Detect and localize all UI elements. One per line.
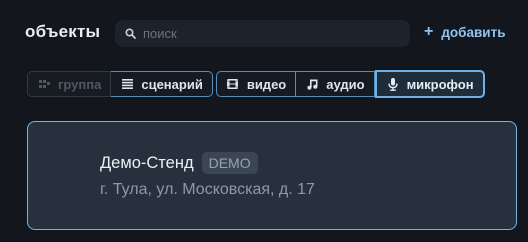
tab-audio-label: аудио: [326, 76, 365, 92]
tab-audio[interactable]: аудио: [296, 71, 375, 97]
add-button[interactable]: + добавить: [424, 24, 506, 40]
music-note-icon: [306, 77, 318, 91]
tab-microphone-label: микрофон: [406, 76, 474, 92]
header: объекты + добавить: [0, 0, 528, 60]
tab-scenario[interactable]: сценарий: [111, 71, 213, 97]
filter-tabs: группа сценарий видео аудио микрофон: [27, 70, 485, 98]
group-icon: [38, 77, 50, 91]
search-icon: [119, 20, 141, 47]
objects-panel: объекты + добавить: [0, 0, 528, 242]
object-name-row: Демо-Стенд DEMO: [100, 152, 258, 174]
tab-video[interactable]: видео: [215, 71, 297, 97]
search-box[interactable]: [115, 20, 410, 47]
tab-microphone[interactable]: микрофон: [374, 70, 485, 98]
microphone-icon: [387, 77, 399, 91]
tab-group[interactable]: группа: [27, 71, 112, 97]
tab-video-label: видео: [246, 76, 287, 92]
tab-scenario-label: сценарий: [141, 76, 203, 92]
add-button-label: добавить: [441, 24, 506, 40]
search-input[interactable]: [141, 26, 395, 41]
object-card[interactable]: Демо-Стенд DEMO г. Тула, ул. Московская,…: [27, 121, 517, 230]
list-icon: [121, 77, 133, 91]
film-icon: [227, 77, 239, 91]
tab-group-label: группа: [58, 76, 102, 92]
demo-badge: DEMO: [201, 152, 258, 174]
object-address: г. Тула, ул. Московская, д. 17: [100, 181, 315, 198]
object-name: Демо-Стенд: [100, 153, 194, 172]
plus-icon: +: [424, 23, 434, 40]
page-title: объекты: [25, 22, 101, 41]
